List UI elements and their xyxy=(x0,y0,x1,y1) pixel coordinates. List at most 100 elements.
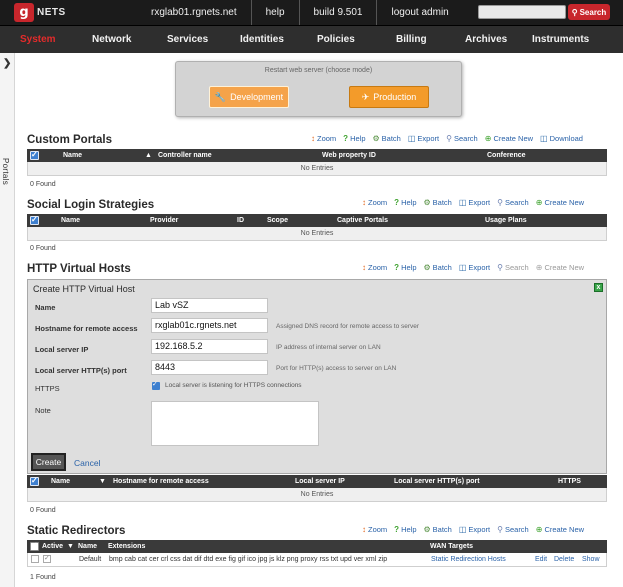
table-header: Name ▼ Hostname for remote access Local … xyxy=(27,475,607,488)
help-button[interactable]: ? Help xyxy=(394,525,416,534)
export-button[interactable]: ◫ Export xyxy=(408,134,439,143)
column-header[interactable]: Provider xyxy=(150,214,178,227)
column-header[interactable]: Captive Portals xyxy=(337,214,388,227)
edit-link[interactable]: Edit xyxy=(535,553,547,566)
column-header[interactable]: Usage Plans xyxy=(485,214,527,227)
batch-button[interactable]: ⚙ Batch xyxy=(424,263,452,272)
column-header[interactable]: Extensions xyxy=(108,540,145,553)
https-checkbox[interactable] xyxy=(152,380,160,390)
port-field[interactable]: 8443 xyxy=(151,360,268,375)
nav-services[interactable]: Services xyxy=(167,26,208,54)
column-header[interactable]: Hostname for remote access xyxy=(113,475,209,488)
close-icon[interactable]: x xyxy=(594,283,603,292)
zoom-button[interactable]: ↕ Zoom xyxy=(362,525,387,534)
global-search-button[interactable]: ⚲ Search xyxy=(568,4,610,20)
search-icon: ⚲ xyxy=(571,7,578,17)
help-icon: ? xyxy=(394,524,400,534)
delete-link[interactable]: Delete xyxy=(554,553,574,566)
hostname-link[interactable]: rxglab01.rgnets.net xyxy=(137,0,251,25)
column-header[interactable]: Scope xyxy=(267,214,288,227)
export-button[interactable]: ◫ Export xyxy=(459,525,490,534)
download-button[interactable]: ◫ Download xyxy=(540,134,583,143)
nav-network[interactable]: Network xyxy=(92,26,131,54)
batch-icon: ⚙ xyxy=(372,133,380,143)
column-header[interactable]: Web property ID xyxy=(322,149,376,162)
production-button[interactable]: ✈ Production xyxy=(349,86,429,108)
column-header[interactable]: Name xyxy=(78,540,97,553)
column-header[interactable]: Conference xyxy=(487,149,526,162)
create-new-button[interactable]: ⊕ Create New xyxy=(485,134,533,143)
nav-archives[interactable]: Archives xyxy=(465,26,507,54)
export-button[interactable]: ◫ Export xyxy=(459,198,490,207)
http-virtual-hosts-title: HTTP Virtual Hosts xyxy=(27,263,131,275)
active-checkbox[interactable] xyxy=(43,554,51,563)
create-new-button[interactable]: ⊕ Create New xyxy=(536,263,584,272)
select-all-checkbox[interactable] xyxy=(30,215,39,225)
zoom-button[interactable]: ↕ Zoom xyxy=(362,198,387,207)
sort-desc-icon[interactable]: ▼ xyxy=(99,475,106,488)
side-panel-label[interactable]: Portals xyxy=(1,158,10,185)
column-header[interactable]: Name xyxy=(61,214,80,227)
export-button[interactable]: ◫ Export xyxy=(459,263,490,272)
help-link[interactable]: help xyxy=(250,0,299,25)
column-header[interactable]: ID xyxy=(237,214,244,227)
show-link[interactable]: Show xyxy=(582,553,600,566)
https-checkbox-label[interactable]: Local server is listening for HTTPS conn… xyxy=(165,382,302,389)
build-link[interactable]: build 9.501 xyxy=(298,0,377,25)
column-header[interactable]: Local server IP xyxy=(295,475,345,488)
column-header[interactable]: Name xyxy=(51,475,70,488)
batch-button[interactable]: ⚙ Batch xyxy=(424,198,452,207)
zoom-button[interactable]: ↕ Zoom xyxy=(311,134,336,143)
development-button[interactable]: 🔧 Development xyxy=(209,86,289,108)
found-count: 0 Found xyxy=(30,507,56,514)
custom-portals-title: Custom Portals xyxy=(27,134,112,146)
row-select-checkbox[interactable] xyxy=(31,555,39,563)
search-button[interactable]: ⚲ Search xyxy=(497,198,529,207)
sort-desc-icon[interactable]: ▼ xyxy=(67,540,74,553)
create-button[interactable]: Create xyxy=(31,453,66,471)
search-button[interactable]: ⚲ Search xyxy=(446,134,478,143)
nav-identities[interactable]: Identities xyxy=(240,26,284,54)
wan-targets-link[interactable]: Static Redirection Hosts xyxy=(431,553,506,566)
export-icon: ◫ xyxy=(458,262,467,272)
chevron-right-icon[interactable]: ❯ xyxy=(3,58,11,69)
column-header[interactable]: Name xyxy=(63,149,82,162)
cancel-link[interactable]: Cancel xyxy=(74,458,100,468)
name-field[interactable]: Lab vSZ xyxy=(151,298,268,313)
batch-icon: ⚙ xyxy=(423,262,431,272)
local-ip-field[interactable]: 192.168.5.2 xyxy=(151,339,268,354)
create-new-button[interactable]: ⊕ Create New xyxy=(536,198,584,207)
help-button[interactable]: ? Help xyxy=(394,198,416,207)
select-all-checkbox[interactable] xyxy=(30,476,39,486)
redirector-name: Default xyxy=(79,556,102,563)
batch-button[interactable]: ⚙ Batch xyxy=(373,134,401,143)
create-new-button[interactable]: ⊕ Create New xyxy=(536,525,584,534)
hostname-label: Hostname for remote access xyxy=(35,324,138,333)
export-icon: ◫ xyxy=(407,133,416,143)
column-header[interactable]: Controller name xyxy=(158,149,212,162)
column-header[interactable]: Active xyxy=(42,540,63,553)
column-header[interactable]: HTTPS xyxy=(558,475,581,488)
note-textarea[interactable] xyxy=(151,401,319,446)
nav-system[interactable]: System xyxy=(20,26,56,54)
logo[interactable]: g NETS xyxy=(14,3,76,22)
table-row[interactable]: Default bmp cab cat cer crl css dat dif … xyxy=(27,553,607,567)
help-button[interactable]: ? Help xyxy=(394,263,416,272)
search-button-label: Search xyxy=(579,7,607,17)
search-button[interactable]: ⚲ Search xyxy=(497,525,529,534)
zoom-button[interactable]: ↕ Zoom xyxy=(362,263,387,272)
logout-link[interactable]: logout admin xyxy=(376,0,462,25)
nav-billing[interactable]: Billing xyxy=(396,26,427,54)
batch-button[interactable]: ⚙ Batch xyxy=(424,525,452,534)
nav-instruments[interactable]: Instruments xyxy=(532,26,589,54)
column-header[interactable]: Local server HTTP(s) port xyxy=(394,475,480,488)
sort-asc-icon[interactable]: ▲ xyxy=(145,149,152,162)
search-button[interactable]: ⚲ Search xyxy=(497,263,529,272)
global-search-input[interactable] xyxy=(478,5,566,19)
column-header[interactable]: WAN Targets xyxy=(430,540,473,553)
select-all-checkbox[interactable] xyxy=(30,541,39,551)
help-button[interactable]: ? Help xyxy=(343,134,365,143)
select-all-checkbox[interactable] xyxy=(30,150,39,160)
hostname-field[interactable]: rxglab01c.rgnets.net xyxy=(151,318,268,333)
nav-policies[interactable]: Policies xyxy=(317,26,355,54)
